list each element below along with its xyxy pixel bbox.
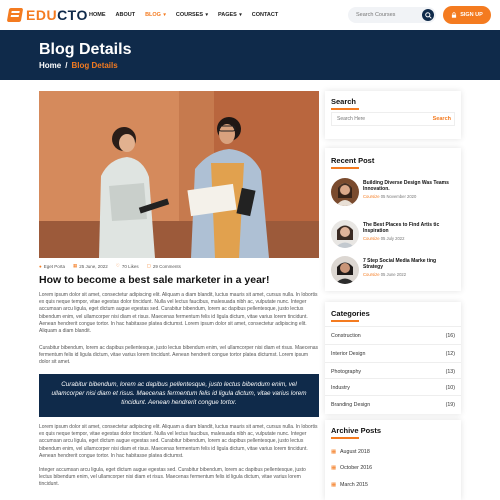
widget-title: Search: [331, 97, 357, 106]
search-icon: [424, 11, 432, 19]
post-author[interactable]: ● Eget Porta: [39, 264, 65, 269]
chevron-down-icon: ▾: [237, 12, 242, 18]
archive-item[interactable]: ▦ March 2015: [331, 482, 368, 488]
calendar-icon: ▦: [331, 482, 337, 488]
nav-about[interactable]: ABOUT: [116, 12, 136, 18]
nav-home[interactable]: HOME: [89, 12, 106, 18]
signup-button[interactable]: SIGN UP: [443, 6, 491, 24]
widget-title: Categories: [331, 309, 370, 318]
recent-post-meta: Coursize 05 November 2020: [363, 194, 417, 199]
top-header: EDUCTO HOME ABOUT BLOG ▾ COURSES ▾ PAGES…: [0, 0, 500, 30]
nav-pages[interactable]: PAGES ▾: [218, 12, 242, 18]
nav-blog[interactable]: BLOG ▾: [145, 12, 166, 18]
category-item[interactable]: Construction (16): [325, 326, 461, 344]
recent-post-item[interactable]: The Best Places to Find Artis tic Inspir…: [331, 220, 455, 248]
nav-courses[interactable]: COURSES ▾: [176, 12, 208, 18]
archive-item[interactable]: ▦ August 2018: [331, 449, 370, 455]
archive-widget: Archive Posts ▦ August 2018 ▦ October 2016…: [325, 420, 461, 500]
chevron-down-icon: ▾: [161, 12, 166, 18]
breadcrumb-separator: /: [65, 61, 68, 70]
page-title: Blog Details: [39, 41, 132, 58]
recent-post-title: 7 Step Social Media Marke ting Strategy: [363, 258, 437, 271]
category-item[interactable]: Industry (10): [325, 378, 461, 396]
logo-icon: [6, 8, 24, 22]
post-meta: ● Eget Porta ▦ 25 June, 2022 ♡ 70 Likes ▢ 29…: [39, 263, 181, 269]
post-blockquote: Curabitur bibendum, lorem ac dapibus pel…: [39, 374, 319, 417]
calendar-icon: ▦: [72, 263, 78, 268]
breadcrumb: Home / Blog Details: [39, 61, 118, 70]
comment-icon: ▢: [146, 263, 151, 268]
post-date: ▦ 25 June, 2022: [72, 263, 108, 269]
header-search-input[interactable]: [348, 12, 418, 18]
header-search: [348, 7, 436, 23]
widget-title: Recent Post: [331, 156, 375, 165]
sidebar-search-button[interactable]: Search: [433, 116, 451, 122]
breadcrumb-home[interactable]: Home: [39, 61, 61, 70]
recent-post-title: The Best Places to Find Artis tic Inspir…: [363, 222, 440, 235]
recent-post-thumbnail: [331, 256, 359, 284]
categories-widget: Categories Construction (16) Interior Des…: [325, 302, 461, 414]
widget-underline: [331, 108, 359, 110]
calendar-icon: ▦: [331, 465, 337, 471]
post-featured-image: [39, 91, 319, 258]
recent-post-widget: Recent Post Building Diverse Design Was …: [325, 148, 461, 291]
recent-post-item[interactable]: Building Diverse Design Was Teams Innova…: [331, 178, 455, 206]
widget-underline: [331, 320, 359, 322]
widget-title: Archive Posts: [331, 426, 382, 435]
post-title: How to become a best sale marketer in a …: [39, 274, 270, 286]
category-item[interactable]: Interior Design (12): [325, 344, 461, 362]
logo[interactable]: EDUCTO: [6, 7, 88, 23]
heart-icon: ♡: [115, 263, 120, 268]
breadcrumb-current: Blog Details: [71, 61, 118, 70]
post-paragraph: Curabitur bibendum, lorem ac dapibus pel…: [39, 345, 319, 366]
logo-text: EDUCTO: [26, 7, 88, 23]
post-likes[interactable]: ♡ 70 Likes: [116, 263, 139, 269]
post-paragraph: Lorem ipsum dolor sit amet, consectetur …: [39, 424, 318, 459]
nav-contact[interactable]: CONTACT: [252, 12, 278, 18]
lock-icon: [452, 12, 457, 18]
calendar-icon: ▦: [331, 449, 337, 455]
post-paragraph: Lorem ipsum dolor sit amet, consectetur …: [39, 292, 318, 335]
category-item[interactable]: Branding Design (19): [325, 395, 461, 413]
header-search-button[interactable]: [422, 9, 434, 21]
widget-underline: [331, 167, 359, 169]
archive-item[interactable]: ▦ October 2016: [331, 465, 372, 471]
post-comments[interactable]: ▢ 29 Comments: [147, 263, 181, 269]
search-widget: Search Search Here Search: [325, 91, 461, 139]
widget-underline: [331, 437, 359, 439]
post-paragraph: Integer accumsan arcu ligula, eget dictu…: [39, 467, 306, 488]
recent-post-title: Building Diverse Design Was Teams Innova…: [363, 180, 449, 193]
recent-post-meta: Coursize 05 July 2022: [363, 236, 405, 241]
user-icon: ●: [39, 263, 42, 269]
chevron-down-icon: ▾: [204, 12, 208, 18]
main-nav: HOME ABOUT BLOG ▾ COURSES ▾ PAGES ▾ CONT…: [89, 12, 278, 18]
recent-post-meta: Coursize 05 June 2022: [363, 272, 407, 277]
recent-post-item[interactable]: 7 Step Social Media Marke ting Strategy …: [331, 256, 455, 284]
recent-post-thumbnail: [331, 178, 359, 206]
recent-post-thumbnail: [331, 220, 359, 248]
